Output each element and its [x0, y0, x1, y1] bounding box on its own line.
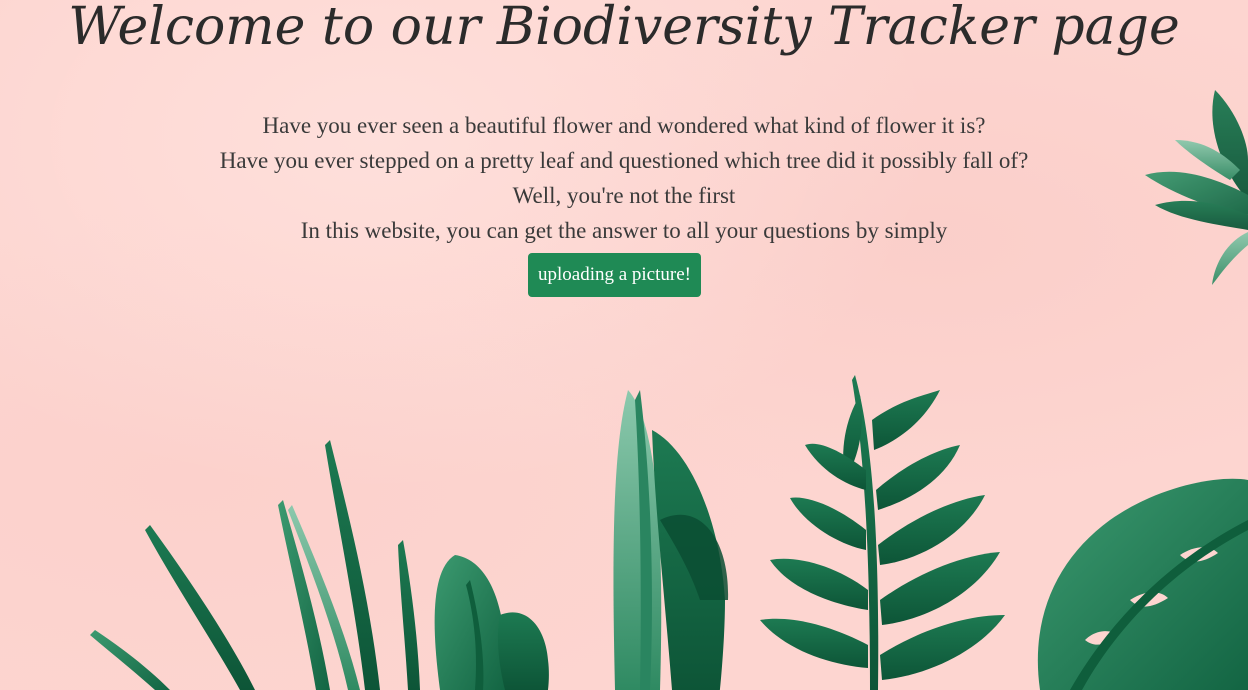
intro-text: Have you ever seen a beautiful flower an…: [0, 108, 1248, 248]
grass-blades-left: [90, 440, 420, 690]
fern-center-right: [760, 375, 1005, 690]
intro-line-1: Have you ever seen a beautiful flower an…: [262, 113, 986, 138]
page-title: Welcome to our Biodiversity Tracker page: [68, 0, 1180, 57]
upload-picture-button[interactable]: uploading a picture!: [528, 253, 701, 297]
intro-line-2: Have you ever stepped on a pretty leaf a…: [219, 148, 1029, 173]
watercolor-plants-illustration: [90, 90, 1248, 690]
tall-leaves-center: [613, 390, 729, 690]
monstera-leaf-bottom-right: [1037, 478, 1248, 690]
broad-leaves-center-left: [434, 555, 549, 690]
intro-line-3: Well, you're not the first: [512, 183, 736, 208]
intro-line-4: In this website, you can get the answer …: [300, 218, 948, 243]
